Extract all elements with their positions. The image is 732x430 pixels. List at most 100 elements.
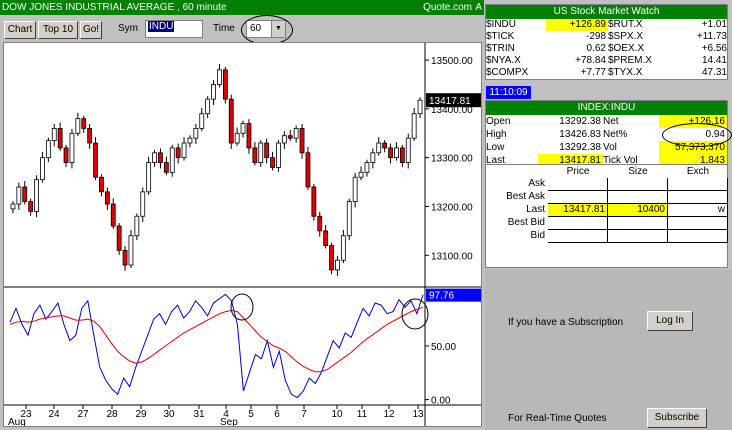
- symbol-input[interactable]: INDU: [145, 20, 203, 38]
- candle-body: [364, 162, 370, 173]
- quote-size: 10400: [608, 204, 668, 217]
- chart-button[interactable]: Chart: [4, 21, 36, 39]
- watch-symbol[interactable]: $TYX.X: [608, 67, 670, 79]
- candle-body: [394, 147, 399, 159]
- quote-exchange: w: [668, 204, 728, 217]
- watch-symbol[interactable]: $NYA.X: [486, 55, 546, 67]
- price-tick-label: 13200.00: [431, 202, 473, 213]
- candle-body: [264, 142, 270, 159]
- x-tick-label: 31: [193, 409, 205, 420]
- quote-size: [608, 230, 668, 243]
- quote-row: Best Bid: [486, 217, 728, 230]
- quote-table: Price Size Exch Ask Best Ask Last 13417.81 104…: [485, 164, 728, 268]
- quote-exchange: [668, 178, 728, 191]
- candle-body: [411, 113, 417, 139]
- candle-body: [281, 135, 287, 144]
- candle-body: [305, 152, 311, 188]
- market-watch-panel: US Stock Market Watch $INDU +126.89 $RUT.X…: [485, 4, 728, 80]
- candle-body: [128, 235, 134, 266]
- price-tick-label: 13300.00: [431, 154, 473, 165]
- candle-body: [152, 152, 157, 163]
- watch-symbol[interactable]: $SPX.X: [608, 31, 670, 43]
- index-field-label: Low: [486, 142, 505, 153]
- candle-body: [187, 137, 193, 144]
- quote-row: Ask: [486, 178, 728, 191]
- quote-price: [548, 217, 608, 230]
- watch-value: +6.56: [701, 43, 727, 54]
- indicator-last-label: 97.76: [429, 291, 454, 302]
- chart-toolbar: Chart Top 10 Go! Sym INDU Time 60 ▼: [0, 15, 484, 45]
- candle-body: [93, 142, 98, 178]
- market-watch-header: US Stock Market Watch: [486, 5, 727, 19]
- candle-body: [293, 128, 299, 139]
- watch-value: 47.31: [701, 67, 727, 78]
- symbol-value: INDU: [148, 21, 175, 32]
- watch-value: +78.84: [575, 55, 606, 66]
- chart-canvas: 13500.0013400.0013300.0013200.0013100.00…: [4, 43, 481, 428]
- watch-symbol[interactable]: $OEX.X: [608, 43, 670, 55]
- source-label: Quote.com: [423, 2, 472, 13]
- candle-body: [51, 128, 57, 142]
- candle-body: [199, 113, 205, 129]
- watch-symbol[interactable]: $INDU: [486, 19, 546, 31]
- chart-title: DOW JONES INDUSTRIAL AVERAGE , 60 minute: [2, 2, 227, 13]
- index-header: INDEX:INDU: [486, 101, 727, 115]
- indicator-line-fast: [9, 293, 424, 399]
- candle-body: [329, 245, 334, 271]
- candle-body: [104, 191, 110, 205]
- indicator-tick-label: 50.00: [431, 342, 456, 353]
- watch-symbol[interactable]: $PREM.X: [608, 55, 670, 67]
- quote-size: [608, 178, 668, 191]
- watch-symbol[interactable]: $TRIN: [486, 43, 546, 55]
- candle-body: [181, 142, 187, 159]
- index-field-label: Open: [486, 116, 511, 127]
- candle-body: [134, 215, 140, 237]
- x-tick-label: 10: [331, 409, 343, 420]
- x-tick-label: 5: [248, 409, 254, 420]
- watch-symbol[interactable]: $RUT.X: [608, 19, 670, 31]
- chart-title-bar: DOW JONES INDUSTRIAL AVERAGE , 60 minute…: [0, 0, 484, 15]
- sym-label: Sym: [118, 23, 138, 34]
- price-chart: 13500.00 13400.00 13300.00 13200.00 13100.00…: [3, 42, 482, 428]
- candle-body: [140, 191, 146, 217]
- candle-body: [323, 230, 329, 246]
- candle-body: [205, 98, 211, 115]
- top10-button[interactable]: Top 10: [38, 21, 78, 39]
- quote-row: Best Ask: [486, 191, 728, 204]
- watch-symbol[interactable]: $COMPX: [486, 67, 546, 79]
- candle-body: [317, 215, 323, 232]
- login-button[interactable]: Log In: [647, 311, 693, 331]
- source-flag: A: [475, 2, 482, 13]
- candle-body: [388, 147, 393, 159]
- time-label: Time: [213, 23, 235, 34]
- subscribe-button[interactable]: Subscribe: [647, 408, 707, 428]
- candle-body: [81, 118, 87, 129]
- quote-size: [608, 217, 668, 230]
- candle-body: [99, 176, 104, 193]
- candle-body: [270, 157, 275, 168]
- watch-value: 0.62: [586, 43, 606, 54]
- candle-body: [417, 99, 423, 115]
- indicator-tick-label: 0.00: [431, 396, 451, 407]
- candle-body: [222, 69, 228, 100]
- candle-body: [122, 249, 128, 266]
- candle-body: [382, 142, 388, 149]
- quote-table-header: Price Size Exch: [486, 165, 727, 178]
- candle-body: [146, 162, 152, 193]
- annotation-circle: [241, 15, 293, 45]
- index-field-label: Net: [603, 116, 619, 127]
- x-tick-label: 7: [301, 409, 307, 420]
- watch-value: +11.73: [696, 31, 727, 42]
- candle-body: [228, 98, 234, 144]
- candle-body: [399, 147, 405, 163]
- watch-symbol[interactable]: $TICK: [486, 31, 546, 43]
- candle-body: [28, 201, 34, 212]
- go-button[interactable]: Go!: [80, 21, 102, 39]
- quote-row-label: Best Bid: [507, 217, 545, 228]
- candle-body: [370, 152, 376, 163]
- candle-body: [69, 132, 75, 163]
- index-field-label: High: [486, 129, 507, 140]
- x-tick-label: 11: [357, 409, 368, 420]
- quote-size: [608, 191, 668, 204]
- candle-body: [276, 142, 281, 168]
